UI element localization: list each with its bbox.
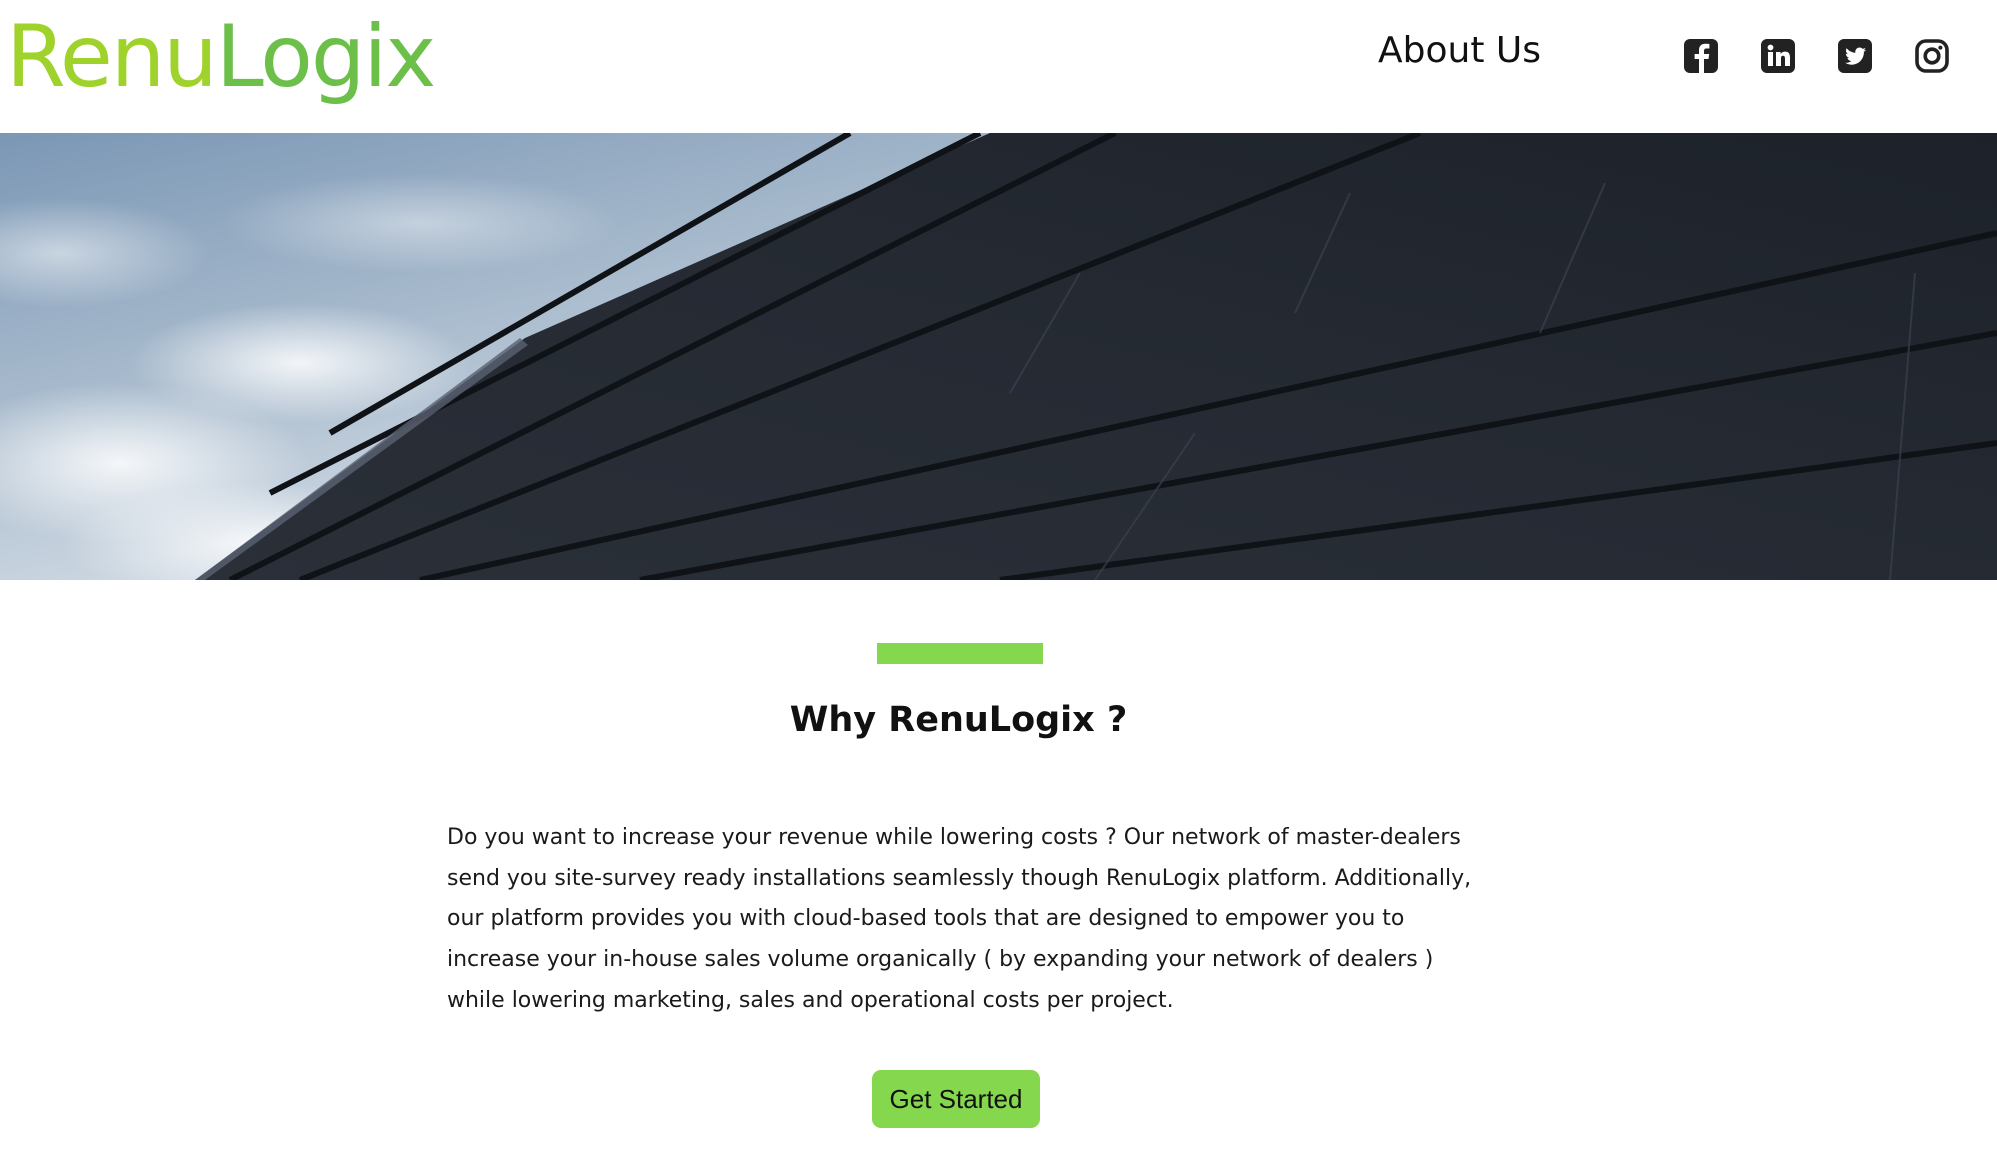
nav-about-us-link[interactable]: About Us — [1378, 30, 1541, 71]
solar-roof-photo — [0, 133, 1997, 580]
facebook-icon[interactable] — [1682, 37, 1720, 75]
get-started-button[interactable]: Get Started — [872, 1070, 1040, 1128]
logo-text-renu: Renu — [6, 7, 218, 107]
section-title: Why RenuLogix ? — [789, 700, 1128, 740]
logo[interactable]: RenuLogix — [6, 2, 436, 112]
body-paragraph: Do you want to increase your revenue whi… — [447, 825, 1472, 1013]
accent-bar — [877, 643, 1043, 664]
instagram-icon[interactable] — [1913, 37, 1951, 75]
linkedin-icon[interactable] — [1759, 37, 1797, 75]
twitter-icon[interactable] — [1836, 37, 1874, 75]
page: RenuLogix About Us Why RenuLogix ? Do yo… — [0, 0, 1997, 1161]
site-header: RenuLogix About Us — [0, 0, 1997, 133]
logo-text-logix: Logix — [215, 7, 436, 107]
hero-banner — [0, 133, 1997, 580]
